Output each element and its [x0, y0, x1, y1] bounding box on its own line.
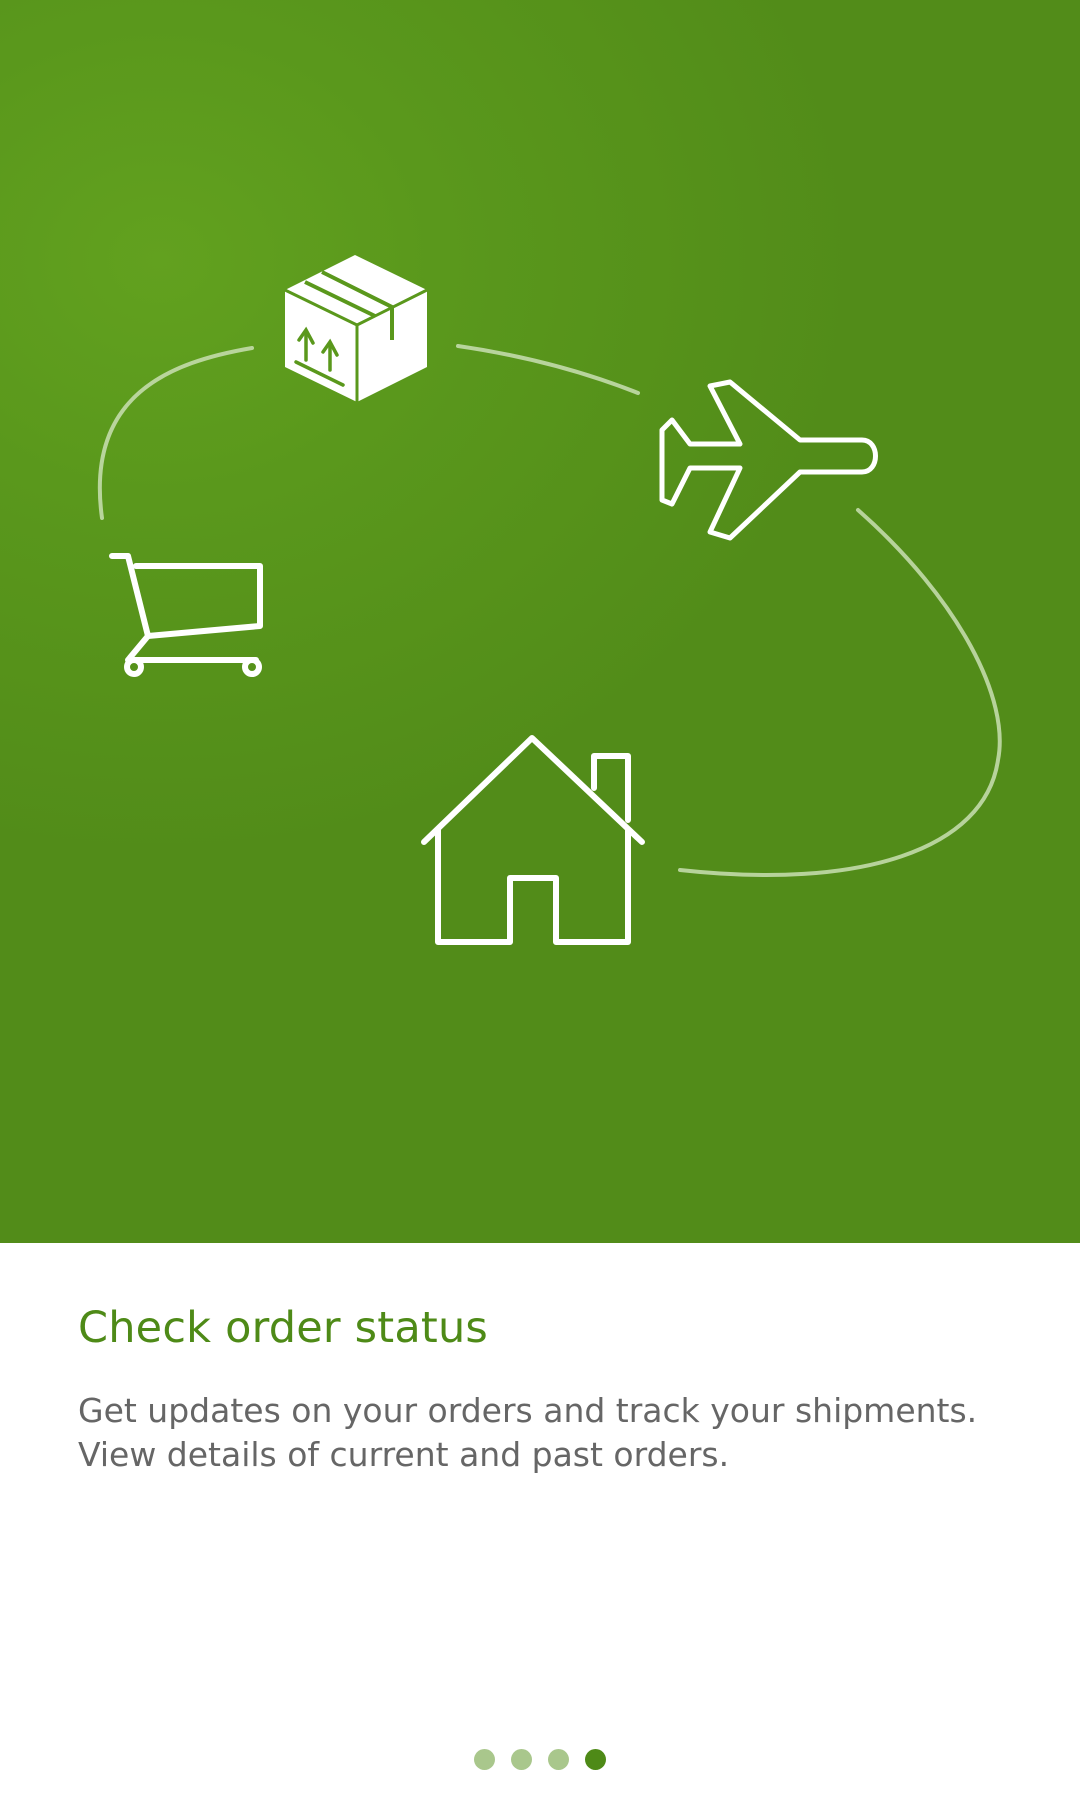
description-line: Get updates on your orders and track you…: [78, 1391, 978, 1430]
onboarding-description: Get updates on your orders and track you…: [78, 1389, 1018, 1477]
shipping-journey-illustration: [97, 255, 1002, 945]
hero-illustration: [0, 0, 1080, 1243]
package-icon: [284, 255, 428, 402]
journey-path: [97, 344, 1002, 877]
onboarding-title: Check order status: [78, 1303, 489, 1353]
onboarding-screen: Check order status Get updates on your o…: [0, 0, 1080, 1794]
page-dot-4-active[interactable]: [585, 1749, 606, 1770]
page-dot-1[interactable]: [474, 1749, 495, 1770]
onboarding-content: Check order status Get updates on your o…: [0, 1243, 1080, 1794]
page-dot-3[interactable]: [548, 1749, 569, 1770]
airplane-icon: [659, 379, 878, 541]
shopping-cart-icon: [109, 553, 263, 677]
page-dot-2[interactable]: [511, 1749, 532, 1770]
page-indicator[interactable]: [0, 1749, 1080, 1771]
house-icon: [421, 735, 645, 945]
description-line: View details of current and past orders.: [78, 1435, 730, 1474]
